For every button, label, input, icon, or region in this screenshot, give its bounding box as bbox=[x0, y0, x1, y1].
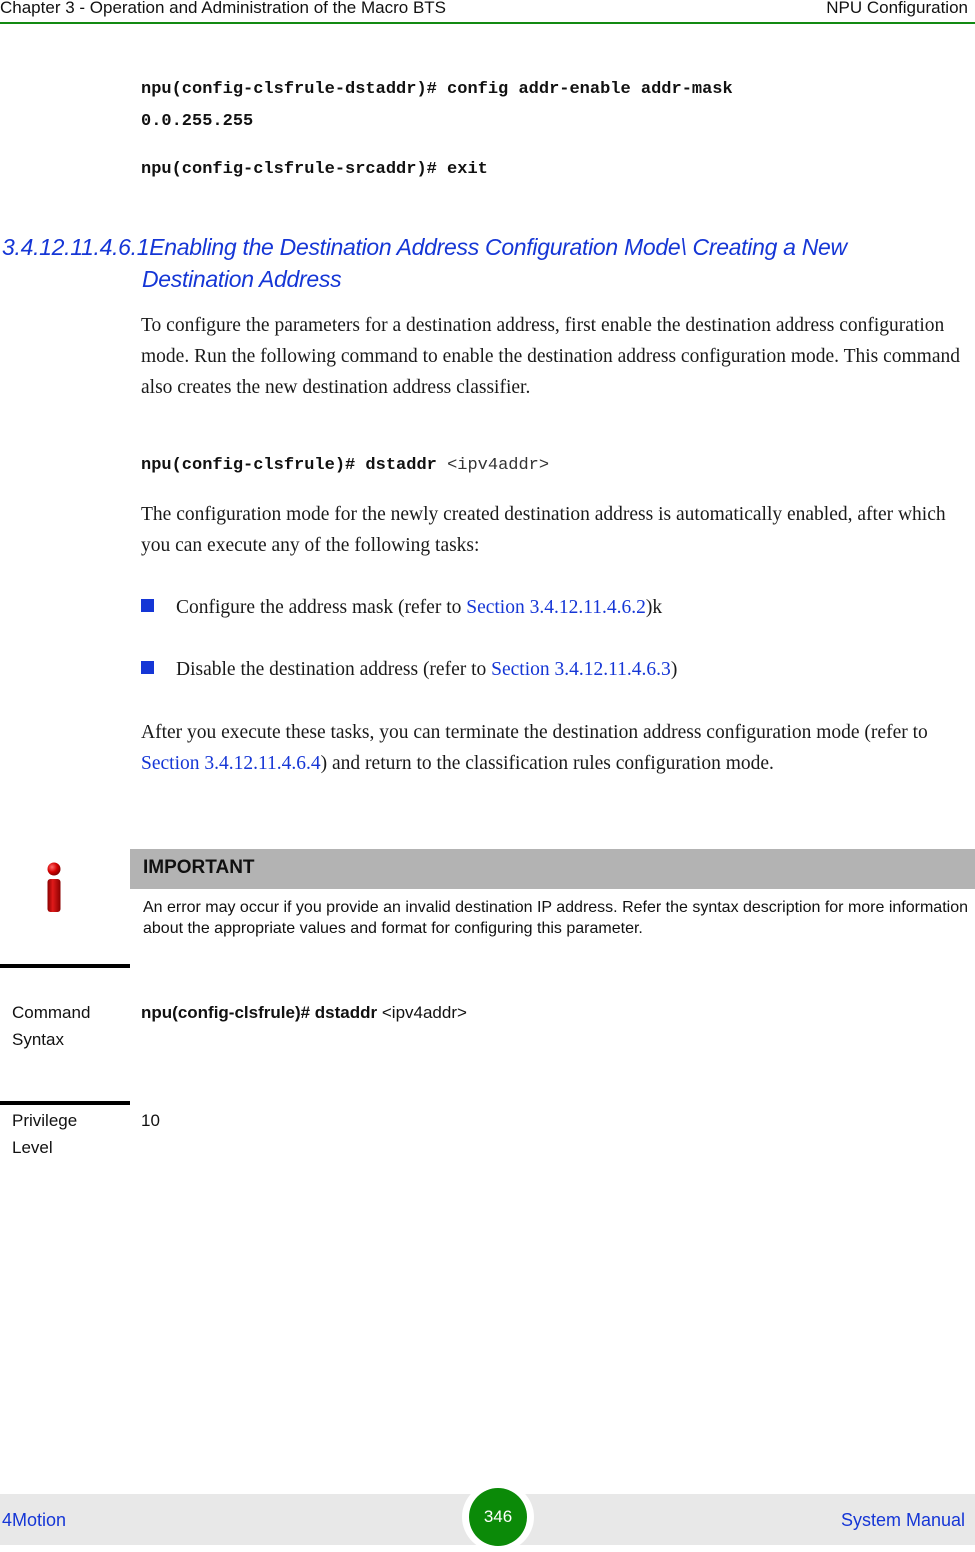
label-line: Command bbox=[12, 1003, 91, 1022]
command-arg: <ipv4addr> bbox=[447, 456, 550, 475]
important-text: An error may occur if you provide an inv… bbox=[143, 899, 968, 937]
task-suffix: )k bbox=[645, 597, 663, 618]
manual-name: System Manual bbox=[840, 1510, 965, 1530]
intro-paragraph: To configure the parameters for a destin… bbox=[141, 315, 961, 398]
task-list-item: Disable the destination address (refer t… bbox=[141, 656, 677, 684]
product-name: 4Motion bbox=[2, 1510, 67, 1530]
after-text: After you execute these tasks, you can t… bbox=[141, 722, 928, 743]
section-link[interactable]: Section 3.4.12.11.4.6.3 bbox=[491, 659, 671, 680]
syntax-arg: <ipv4addr> bbox=[381, 1003, 467, 1022]
important-header: IMPORTANT bbox=[130, 849, 975, 889]
important-title: IMPORTANT bbox=[143, 857, 255, 878]
info-icon bbox=[47, 862, 61, 912]
section-link[interactable]: Section 3.4.12.11.4.6.2 bbox=[466, 597, 646, 618]
task-text: Configure the address mask (refer to bbox=[176, 597, 467, 618]
label-line: Privilege bbox=[12, 1111, 78, 1130]
command-line: npu(config-clsfrule)# dstaddr <ipv4addr> bbox=[141, 456, 549, 475]
task-text: Disable the destination address (refer t… bbox=[176, 659, 492, 680]
code-line: npu(config-clsfrule-dstaddr)# config add… bbox=[141, 80, 733, 99]
divider bbox=[0, 964, 130, 968]
page-number: 346 bbox=[469, 1488, 527, 1546]
command-syntax-value: npu(config-clsfrule)# dstaddr <ipv4addr> bbox=[141, 999, 467, 1026]
label-line: Level bbox=[12, 1138, 53, 1157]
divider bbox=[0, 1101, 130, 1105]
bullet-square-icon bbox=[141, 599, 154, 612]
chapter-title: Chapter 3 - Operation and Administration… bbox=[0, 0, 447, 17]
syntax-command: npu(config-clsfrule)# dstaddr bbox=[141, 1003, 378, 1022]
task-suffix: ) bbox=[670, 659, 678, 680]
command-prefix: npu(config-clsfrule)# dstaddr bbox=[141, 456, 437, 475]
after-paragraph: After you execute these tasks, you can t… bbox=[141, 717, 975, 779]
label-line: Syntax bbox=[12, 1030, 64, 1049]
section-link[interactable]: Section 3.4.12.11.4.6.4 bbox=[141, 753, 321, 774]
after-text-end: ) and return to the classification rules… bbox=[320, 753, 774, 774]
section-title-line2: Destination Address bbox=[142, 266, 342, 292]
section-name: NPU Configuration bbox=[826, 0, 968, 17]
privilege-level-value: 10 bbox=[141, 1111, 160, 1130]
page-footer: 4Motion 346 System Manual bbox=[0, 1482, 975, 1552]
bullet-square-icon bbox=[141, 661, 154, 674]
section-title-line1: Enabling the Destination Address Configu… bbox=[149, 234, 847, 260]
code-line: npu(config-clsfrule-srcaddr)# exit bbox=[141, 160, 488, 179]
page-header: Chapter 3 - Operation and Administration… bbox=[0, 0, 975, 24]
task-list-item: Configure the address mask (refer to Sec… bbox=[141, 594, 662, 622]
privilege-level-label: Privilege Level bbox=[12, 1107, 122, 1161]
section-heading: 3.4.12.11.4.6.1Enabling the Destination … bbox=[2, 231, 962, 295]
section-number: 3.4.12.11.4.6.1 bbox=[2, 234, 150, 260]
code-line: 0.0.255.255 bbox=[141, 112, 254, 131]
command-syntax-label: Command Syntax bbox=[12, 999, 122, 1053]
mode-paragraph: The configuration mode for the newly cre… bbox=[141, 504, 946, 556]
